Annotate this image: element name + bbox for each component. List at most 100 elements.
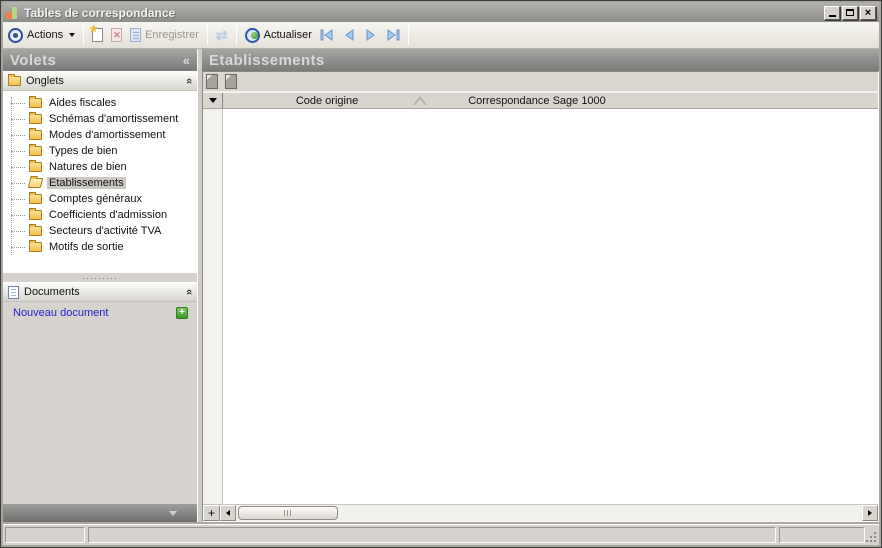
sidebar-filler xyxy=(3,324,197,504)
folder-icon xyxy=(29,128,42,140)
status-panel xyxy=(779,527,865,543)
sidebar-splitter[interactable]: ········· xyxy=(3,273,197,283)
nav-next-icon xyxy=(366,29,375,41)
titlebar[interactable]: Tables de correspondance × xyxy=(3,3,879,22)
new-record-button[interactable]: ★ xyxy=(88,24,107,44)
folder-icon xyxy=(29,208,42,220)
row-selector-header[interactable] xyxy=(203,93,223,108)
page-title: Etablissements xyxy=(209,51,325,69)
row-selector-column xyxy=(203,109,223,504)
toolbar-separator xyxy=(83,25,85,45)
status-bar xyxy=(3,524,879,545)
delete-record-button[interactable]: ✕ xyxy=(107,26,126,44)
maximize-button[interactable] xyxy=(842,5,858,20)
collapse-group-icon[interactable]: « xyxy=(183,289,195,295)
onglets-group-header[interactable]: Onglets « xyxy=(3,71,197,91)
nav-next-button[interactable] xyxy=(360,25,382,45)
minimize-button[interactable] xyxy=(824,5,840,20)
sync-icon: ⇄ xyxy=(215,27,228,43)
new-document-icon: ★ xyxy=(89,24,104,42)
sidebar-item-types-de-bien[interactable]: Types de bien xyxy=(3,143,197,159)
nav-previous-button[interactable] xyxy=(338,25,360,45)
app-window: Tables de correspondance × Actions ★ ✕ E… xyxy=(0,0,882,548)
minimize-icon xyxy=(828,15,836,17)
card-view-icon[interactable] xyxy=(206,74,218,89)
nav-first-icon xyxy=(320,29,333,41)
star-icon: ★ xyxy=(89,24,99,35)
folder-icon xyxy=(29,144,42,156)
new-document-link[interactable]: Nouveau document xyxy=(13,307,176,319)
grid-toolbar xyxy=(203,72,878,93)
sidebar-item-aides-fiscales[interactable]: Aides fiscales xyxy=(3,95,197,111)
content-area: Volets « Onglets « Aides fiscales Schéma… xyxy=(3,49,879,522)
grid-body[interactable] xyxy=(203,109,878,504)
folder-icon xyxy=(29,192,42,204)
sidebar-item-modes-amortissement[interactable]: Modes d'amortissement xyxy=(3,127,197,143)
refresh-button[interactable]: Actualiser xyxy=(241,26,316,45)
refresh-icon xyxy=(244,27,260,43)
add-row-button[interactable]: + xyxy=(203,505,220,521)
nav-last-button[interactable] xyxy=(382,25,404,45)
column-label: Correspondance Sage 1000 xyxy=(468,94,606,107)
sort-ascending-icon xyxy=(413,96,427,105)
documents-group-header[interactable]: Documents « xyxy=(3,282,197,302)
chevron-down-icon xyxy=(169,510,177,516)
chevron-down-icon xyxy=(69,33,76,37)
sidebar-bottom-bar[interactable] xyxy=(3,504,197,522)
add-document-button[interactable]: + xyxy=(176,307,188,319)
grid-header-row: Code origine Correspondance Sage 1000 xyxy=(203,93,878,109)
collapse-sidebar-icon[interactable]: « xyxy=(183,53,190,68)
refresh-label: Actualiser xyxy=(263,29,312,41)
scroll-right-button[interactable] xyxy=(862,505,878,521)
horizontal-scrollbar[interactable] xyxy=(220,505,878,521)
arrow-left-icon xyxy=(226,510,230,516)
close-button[interactable]: × xyxy=(860,5,876,20)
sidebar-item-natures-de-bien[interactable]: Natures de bien xyxy=(3,159,197,175)
resize-grip[interactable] xyxy=(864,530,876,542)
nav-previous-icon xyxy=(345,29,354,41)
folder-icon xyxy=(29,96,42,108)
sidebar-item-secteurs-activite-tva[interactable]: Secteurs d'activité TVA xyxy=(3,223,197,239)
onglets-title: Onglets xyxy=(26,75,64,87)
sidebar-item-comptes-generaux[interactable]: Comptes généraux xyxy=(3,191,197,207)
sidebar-item-motifs-de-sortie[interactable]: Motifs de sortie xyxy=(3,239,197,255)
actions-menu-button[interactable]: Actions xyxy=(23,27,79,43)
toolbar-separator xyxy=(206,25,208,45)
column-label: Code origine xyxy=(295,94,359,107)
scrollbar-track[interactable] xyxy=(236,505,862,521)
app-icon xyxy=(6,6,19,19)
dropdown-icon xyxy=(208,98,217,103)
save-label: Enregistrer xyxy=(145,29,199,41)
new-document-row: Nouveau document + xyxy=(3,302,197,324)
folder-icon xyxy=(29,224,42,236)
onglets-tree: Aides fiscales Schémas d'amortissement M… xyxy=(3,91,197,273)
nav-first-button[interactable] xyxy=(316,25,338,45)
scroll-left-button[interactable] xyxy=(220,505,236,521)
folder-icon xyxy=(29,112,42,124)
scrollbar-thumb[interactable] xyxy=(238,506,338,520)
close-icon: × xyxy=(864,6,872,19)
status-panel xyxy=(5,527,85,543)
sync-button[interactable]: ⇄ xyxy=(212,26,232,44)
volets-header: Volets « xyxy=(3,49,197,71)
toolbar-separator xyxy=(407,25,409,45)
sidebar-item-etablissements[interactable]: Etablissements xyxy=(3,175,197,191)
column-header-correspondance-sage-1000[interactable]: Correspondance Sage 1000 xyxy=(431,93,643,108)
delete-icon: ✕ xyxy=(111,28,123,42)
volets-title: Volets xyxy=(10,51,57,69)
column-header-code-origine[interactable]: Code origine xyxy=(223,93,431,108)
actions-label: Actions xyxy=(27,29,64,41)
open-folder-icon xyxy=(27,178,44,188)
sidebar-item-coefficients-admission[interactable]: Coefficients d'admission xyxy=(3,207,197,223)
window-title: Tables de correspondance xyxy=(24,5,176,20)
documents-title: Documents xyxy=(24,286,80,298)
maximize-icon xyxy=(846,9,854,16)
main-panel: Etablissements Code origine Correspondan… xyxy=(202,49,879,522)
status-panel xyxy=(88,527,776,543)
collapse-group-icon[interactable]: « xyxy=(183,78,195,84)
folder-icon xyxy=(29,160,42,172)
sidebar-item-schemas-amortissement[interactable]: Schémas d'amortissement xyxy=(3,111,197,127)
toolbar: Actions ★ ✕ Enregistrer ⇄ Actualiser xyxy=(3,22,879,49)
save-button[interactable]: Enregistrer xyxy=(126,26,203,44)
pin-view-icon[interactable] xyxy=(225,74,237,89)
